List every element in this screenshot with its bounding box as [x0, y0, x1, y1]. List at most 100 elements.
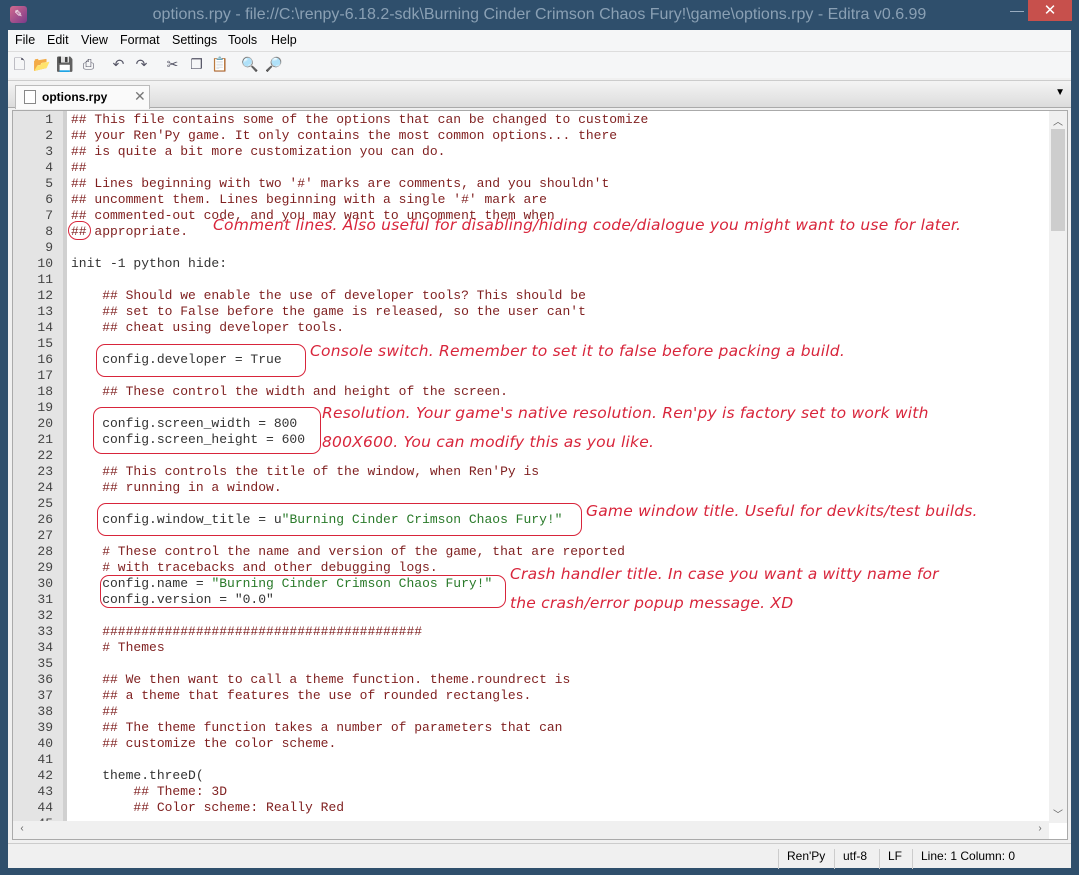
scroll-left-icon[interactable]: ‹: [13, 823, 31, 834]
redo-icon[interactable]: ↷: [133, 56, 150, 73]
line-text: ## running in a window.: [71, 480, 281, 496]
menu-settings[interactable]: Settings: [172, 33, 217, 47]
scroll-down-icon[interactable]: ﹀: [1049, 806, 1067, 821]
code-line[interactable]: 4 ##: [13, 160, 1049, 176]
paste-icon[interactable]: 📋: [211, 56, 228, 73]
line-number: 29: [37, 560, 53, 575]
code-line[interactable]: 3 ## is quite a bit more customization yo…: [13, 144, 1049, 160]
lexer-status[interactable]: Ren'Py: [778, 849, 825, 869]
open-folder-icon[interactable]: 📂: [33, 56, 50, 73]
line-text: ## set to False before the game is relea…: [71, 304, 586, 320]
line-number: 1: [45, 112, 53, 127]
line-number: 28: [37, 544, 53, 559]
scrollbar-thumb[interactable]: [1051, 129, 1065, 231]
code-line[interactable]: 35: [13, 656, 1049, 672]
line-text: ## customize the color scheme.: [71, 736, 336, 752]
find-replace-icon[interactable]: 🔎: [265, 56, 282, 73]
annotation-crash-2: the crash/error popup message. XD: [510, 594, 794, 612]
line-text: ## Theme: 3D: [71, 784, 227, 800]
code-line[interactable]: 43 ## Theme: 3D: [13, 784, 1049, 800]
code-line[interactable]: 39 ## The theme function takes a number …: [13, 720, 1049, 736]
annotation-resolution-1: Resolution. Your game's native resolutio…: [322, 404, 929, 422]
line-number: 11: [37, 272, 53, 287]
scroll-up-icon[interactable]: ︿: [1049, 113, 1067, 128]
print-icon[interactable]: ⎙: [80, 56, 97, 73]
code-line[interactable]: 33 #####################################…: [13, 624, 1049, 640]
code-line[interactable]: 18 ## These control the width and height…: [13, 384, 1049, 400]
annotation-title: Game window title. Useful for devkits/te…: [586, 502, 978, 520]
code-line[interactable]: 37 ## a theme that features the use of r…: [13, 688, 1049, 704]
code-line[interactable]: 9: [13, 240, 1049, 256]
line-number: 10: [37, 256, 53, 271]
line-text: ## This controls the title of the window…: [71, 464, 539, 480]
line-number: 32: [37, 608, 53, 623]
code-line[interactable]: 1 ## This file contains some of the optio…: [13, 112, 1049, 128]
menu-file[interactable]: File: [15, 33, 35, 47]
find-icon[interactable]: 🔍: [241, 56, 258, 73]
line-number: 38: [37, 704, 53, 719]
annotation-resolution-2: 800X600. You can modify this as you like…: [322, 433, 655, 451]
menu-bar: File Edit View Format Settings Tools Help: [8, 30, 1071, 51]
tab-bar: options.rpy ✕ ▼: [8, 80, 1071, 109]
code-line[interactable]: 23 ## This controls the title of the win…: [13, 464, 1049, 480]
line-number: 3: [45, 144, 53, 159]
eol-status[interactable]: LF: [879, 849, 902, 869]
menu-help[interactable]: Help: [271, 33, 297, 47]
horizontal-scrollbar[interactable]: ‹ ›: [13, 821, 1049, 839]
code-line[interactable]: 38 ##: [13, 704, 1049, 720]
line-number: 36: [37, 672, 53, 687]
comment-text: ## Should we enable the use of developer…: [71, 288, 586, 303]
menu-format[interactable]: Format: [120, 33, 160, 47]
line-text: ## cheat using developer tools.: [71, 320, 344, 336]
code-line[interactable]: 41: [13, 752, 1049, 768]
line-text: ## is quite a bit more customization you…: [71, 144, 445, 160]
code-line[interactable]: 40 ## customize the color scheme.: [13, 736, 1049, 752]
minimize-button[interactable]: —: [1004, 0, 1030, 21]
close-button[interactable]: ✕: [1028, 0, 1072, 21]
line-text: ## Lines beginning with two '#' marks ar…: [71, 176, 609, 192]
annotation-comment: Comment lines. Also useful for disabling…: [213, 216, 962, 234]
cut-icon[interactable]: ✂: [164, 56, 181, 73]
line-number: 33: [37, 624, 53, 639]
comment-text: ## uncomment them. Lines beginning with …: [71, 192, 547, 207]
code-line[interactable]: 6 ## uncomment them. Lines beginning with…: [13, 192, 1049, 208]
code-line[interactable]: 42 theme.threeD(: [13, 768, 1049, 784]
code-line[interactable]: 10 init -1 python hide:: [13, 256, 1049, 272]
line-text: ## We then want to call a theme function…: [71, 672, 570, 688]
menu-view[interactable]: View: [81, 33, 108, 47]
tab-close-icon[interactable]: ✕: [134, 88, 146, 105]
code-line[interactable]: 2 ## your Ren'Py game. It only contains t…: [13, 128, 1049, 144]
encoding-status[interactable]: utf-8: [834, 849, 867, 869]
tab-menu-icon[interactable]: ▼: [1055, 87, 1065, 98]
code-line[interactable]: 13 ## set to False before the game is re…: [13, 304, 1049, 320]
undo-icon[interactable]: ↶: [110, 56, 127, 73]
line-number: 27: [37, 528, 53, 543]
vertical-scrollbar[interactable]: ︿ ﹀: [1049, 111, 1067, 823]
code-line[interactable]: 11: [13, 272, 1049, 288]
line-number: 23: [37, 464, 53, 479]
menu-tools[interactable]: Tools: [228, 33, 257, 47]
code-line[interactable]: 5 ## Lines beginning with two '#' marks a…: [13, 176, 1049, 192]
comment-text: ## Lines beginning with two '#' marks ar…: [71, 176, 610, 191]
menu-edit[interactable]: Edit: [47, 33, 69, 47]
code-line[interactable]: 24 ## running in a window.: [13, 480, 1049, 496]
copy-icon[interactable]: ❐: [188, 56, 205, 73]
code-line[interactable]: 36 ## We then want to call a theme funct…: [13, 672, 1049, 688]
code-line[interactable]: 12 ## Should we enable the use of develo…: [13, 288, 1049, 304]
code-line[interactable]: 14 ## cheat using developer tools.: [13, 320, 1049, 336]
save-icon[interactable]: 💾: [56, 56, 73, 73]
code-line[interactable]: 34 # Themes: [13, 640, 1049, 656]
line-text: ## a theme that features the use of roun…: [71, 688, 531, 704]
code-line[interactable]: 44 ## Color scheme: Really Red: [13, 800, 1049, 816]
line-number: 12: [37, 288, 53, 303]
new-file-icon[interactable]: 🗋: [11, 56, 28, 73]
comment-text: # These control the name and version of …: [71, 544, 625, 559]
line-text: ## Should we enable the use of developer…: [71, 288, 586, 304]
tab-options-rpy[interactable]: options.rpy ✕: [15, 85, 150, 109]
line-number: 34: [37, 640, 53, 655]
file-icon: [24, 90, 36, 104]
code-line[interactable]: 28 # These control the name and version …: [13, 544, 1049, 560]
line-number: 15: [37, 336, 53, 351]
scroll-right-icon[interactable]: ›: [1031, 823, 1049, 834]
comment-text: # with tracebacks and other debugging lo…: [71, 560, 438, 575]
